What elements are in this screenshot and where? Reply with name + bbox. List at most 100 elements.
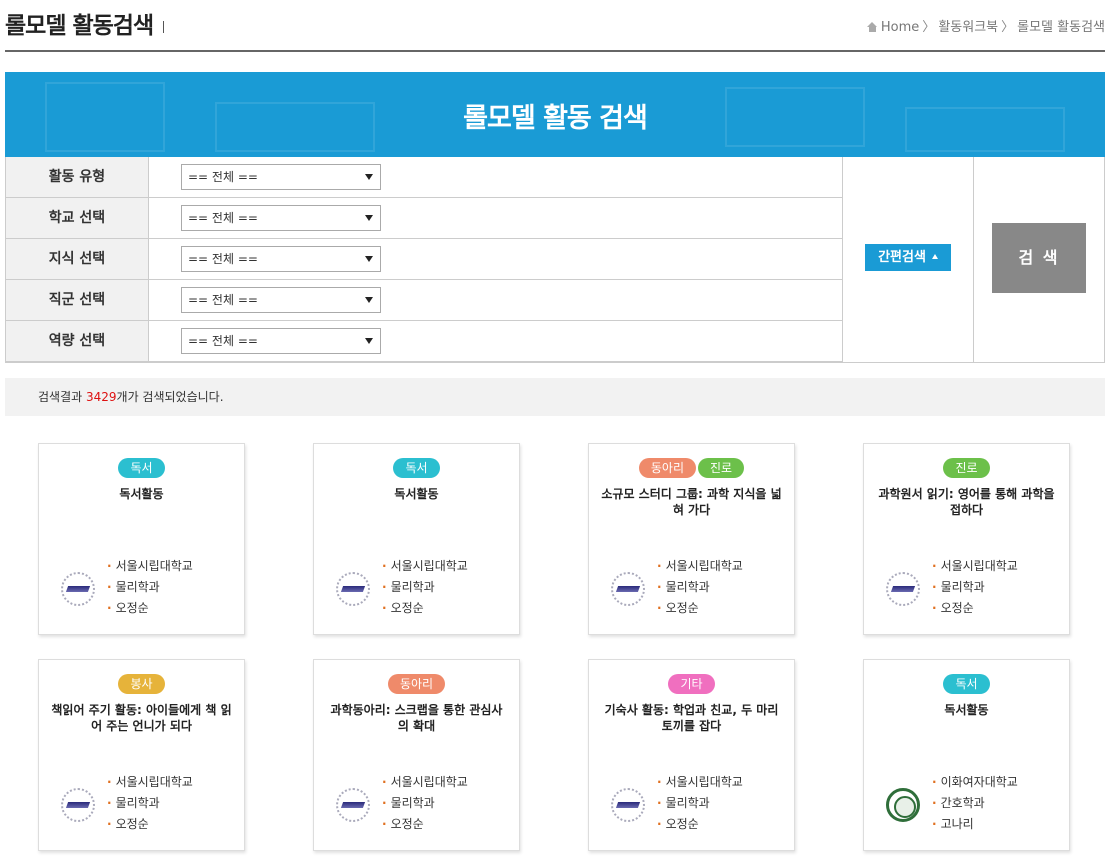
department-name: 물리학과 — [382, 577, 468, 598]
card-title: 소규모 스터디 그룹: 과학 지식을 넓혀 가다 — [601, 487, 782, 517]
dropdown-arrow-icon — [365, 256, 373, 262]
breadcrumb-separator-icon: 〉 — [922, 20, 936, 35]
card-info: 서울시립대학교물리학과오정순 — [107, 772, 193, 835]
school-name: 서울시립대학교 — [657, 772, 743, 793]
select-value: == 전체 == — [188, 170, 258, 184]
select-value: == 전체 == — [188, 293, 258, 307]
activity-card[interactable]: 독서독서활동서울시립대학교물리학과오정순 — [38, 443, 245, 635]
school-name: 서울시립대학교 — [107, 772, 193, 793]
activity-type-select[interactable]: == 전체 == — [181, 164, 381, 190]
person-name: 오정순 — [932, 598, 1018, 619]
breadcrumb: Home 〉 활동워크북 〉 롤모델 활동검색 — [866, 16, 1105, 35]
department-name: 물리학과 — [657, 577, 743, 598]
caret-up-icon — [931, 254, 938, 259]
job-group-select[interactable]: == 전체 == — [181, 287, 381, 313]
card-info: 서울시립대학교물리학과오정순 — [932, 556, 1018, 619]
card-info: 서울시립대학교물리학과오정순 — [107, 556, 193, 619]
title-divider — [163, 20, 165, 33]
breadcrumb-workbook[interactable]: 활동워크북 — [938, 20, 998, 35]
activity-card[interactable]: 기타기숙사 활동: 학업과 친교, 두 마리 토끼를 잡다서울시립대학교물리학과… — [588, 659, 795, 851]
category-tag: 진로 — [943, 458, 990, 478]
card-title: 책읽어 주기 활동: 아이들에게 책 읽어 주는 언니가 되다 — [51, 703, 232, 733]
school-select[interactable]: == 전체 == — [181, 205, 381, 231]
person-name: 오정순 — [107, 814, 193, 835]
filter-row-competency: 역량 선택 == 전체 == — [6, 321, 842, 362]
card-title: 기숙사 활동: 학업과 친교, 두 마리 토끼를 잡다 — [604, 703, 779, 733]
card-info: 서울시립대학교물리학과오정순 — [382, 556, 468, 619]
activity-card[interactable]: 독서독서활동이화여자대학교간호학과고나리 — [863, 659, 1070, 851]
search-form: 활동 유형 == 전체 == 학교 선택 == 전체 == 지식 선택 == 전… — [5, 157, 1105, 363]
filter-label: 직군 선택 — [6, 280, 149, 320]
quick-search-button[interactable]: 간편검색 — [865, 244, 951, 271]
school-name: 서울시립대학교 — [382, 772, 468, 793]
card-tags: 독서 — [314, 458, 519, 478]
category-tag: 독서 — [393, 458, 440, 478]
page-title-text: 롤모델 활동검색 — [5, 13, 154, 39]
school-name: 서울시립대학교 — [932, 556, 1018, 577]
card-title: 독서활동 — [944, 703, 989, 717]
search-banner: 롤모델 활동 검색 — [5, 72, 1105, 157]
filter-row-activity-type: 활동 유형 == 전체 == — [6, 157, 842, 198]
card-info: 서울시립대학교물리학과오정순 — [657, 556, 743, 619]
breadcrumb-current: 롤모델 활동검색 — [1017, 20, 1105, 35]
department-name: 물리학과 — [107, 577, 193, 598]
select-value: == 전체 == — [188, 211, 258, 225]
select-value: == 전체 == — [188, 252, 258, 266]
activity-card[interactable]: 동아리과학동아리: 스크랩을 통한 관심사의 확대서울시립대학교물리학과오정순 — [313, 659, 520, 851]
page-header: 롤모델 활동검색 Home 〉 활동워크북 〉 롤모델 활동검색 — [5, 0, 1105, 52]
select-value: == 전체 == — [188, 334, 258, 348]
person-name: 오정순 — [382, 598, 468, 619]
home-icon — [866, 22, 878, 32]
school-name: 서울시립대학교 — [107, 556, 193, 577]
category-tag: 진로 — [698, 458, 745, 478]
person-name: 오정순 — [107, 598, 193, 619]
dropdown-arrow-icon — [365, 174, 373, 180]
knowledge-select[interactable]: == 전체 == — [181, 246, 381, 272]
department-name: 물리학과 — [657, 793, 743, 814]
filter-label: 학교 선택 — [6, 198, 149, 238]
breadcrumb-home[interactable]: Home — [881, 20, 919, 35]
dropdown-arrow-icon — [365, 338, 373, 344]
person-name: 오정순 — [657, 598, 743, 619]
university-logo-icon — [61, 572, 95, 606]
activity-card[interactable]: 독서독서활동서울시립대학교물리학과오정순 — [313, 443, 520, 635]
dropdown-arrow-icon — [365, 215, 373, 221]
university-logo-icon — [336, 572, 370, 606]
result-count: 3429 — [85, 390, 117, 404]
quick-search-label: 간편검색 — [878, 250, 926, 265]
school-name: 이화여자대학교 — [932, 772, 1018, 793]
filter-label: 활동 유형 — [6, 157, 149, 197]
competency-select[interactable]: == 전체 == — [181, 328, 381, 354]
result-summary: 검색결과 3429개가 검색되었습니다. — [5, 378, 1105, 416]
department-name: 간호학과 — [932, 793, 1018, 814]
person-name: 오정순 — [382, 814, 468, 835]
card-info: 서울시립대학교물리학과오정순 — [657, 772, 743, 835]
page-title: 롤모델 활동검색 — [5, 6, 165, 40]
search-button[interactable]: 검 색 — [992, 223, 1086, 293]
category-tag: 기타 — [668, 674, 715, 694]
activity-card[interactable]: 봉사책읽어 주기 활동: 아이들에게 책 읽어 주는 언니가 되다서울시립대학교… — [38, 659, 245, 851]
card-tags: 독서 — [39, 458, 244, 478]
card-title: 과학원서 읽기: 영어를 통해 과학을 접하다 — [878, 487, 1055, 517]
school-name: 서울시립대학교 — [382, 556, 468, 577]
filter-label: 지식 선택 — [6, 239, 149, 279]
filter-row-knowledge: 지식 선택 == 전체 == — [6, 239, 842, 280]
university-logo-icon — [61, 788, 95, 822]
university-logo-icon — [611, 788, 645, 822]
person-name: 고나리 — [932, 814, 1018, 835]
banner-title: 롤모델 활동 검색 — [463, 103, 648, 134]
activity-card[interactable]: 동아리진로소규모 스터디 그룹: 과학 지식을 넓혀 가다서울시립대학교물리학과… — [588, 443, 795, 635]
university-logo-icon — [886, 788, 920, 822]
category-tag: 독서 — [118, 458, 165, 478]
card-tags: 봉사 — [39, 674, 244, 694]
result-suffix: 개가 검색되었습니다. — [116, 390, 224, 404]
card-tags: 진로 — [864, 458, 1069, 478]
result-prefix: 검색결과 — [38, 390, 86, 404]
person-name: 오정순 — [657, 814, 743, 835]
activity-card[interactable]: 진로과학원서 읽기: 영어를 통해 과학을 접하다서울시립대학교물리학과오정순 — [863, 443, 1070, 635]
school-name: 서울시립대학교 — [657, 556, 743, 577]
university-logo-icon — [611, 572, 645, 606]
university-logo-icon — [886, 572, 920, 606]
filter-row-school: 학교 선택 == 전체 == — [6, 198, 842, 239]
dropdown-arrow-icon — [365, 297, 373, 303]
